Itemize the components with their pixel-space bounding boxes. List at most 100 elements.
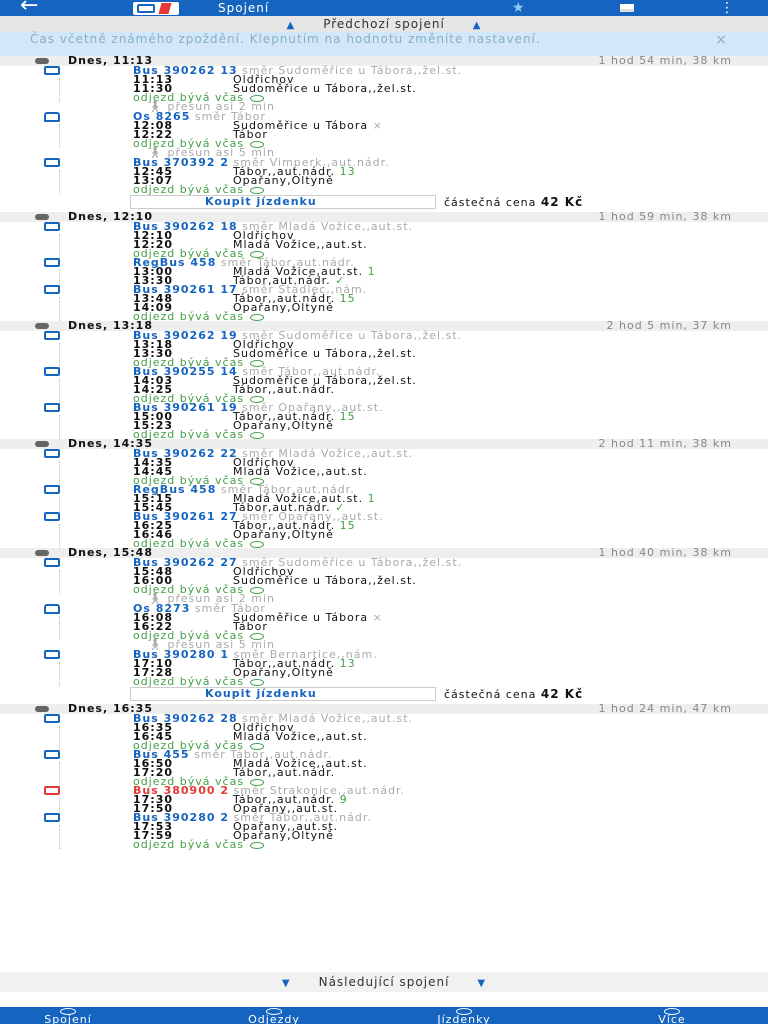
stop-row[interactable]: 12:10 Oldřichov bbox=[133, 230, 768, 241]
route-line bbox=[59, 124, 60, 148]
collapse-dot-icon bbox=[35, 58, 49, 64]
stop-row[interactable]: 15:00 Tábor,,aut.nádr. 15 bbox=[133, 411, 768, 422]
bus-icon bbox=[44, 258, 60, 267]
bus-icon bbox=[44, 449, 60, 458]
connection-card[interactable]: Dnes, 11:13 1 hod 54 min, 38 km Bus 390262… bbox=[0, 55, 768, 212]
stop-row[interactable]: 14:35 Oldřichov bbox=[133, 457, 768, 468]
connection-card[interactable]: Dnes, 16:35 1 hod 24 min, 47 km Bus 390262… bbox=[0, 702, 768, 850]
segment-header: Bus 390262 13 směr Sudoměřice u Tábora,,… bbox=[133, 65, 768, 76]
trip-segment[interactable]: Bus 390280 1 směr Bernartice,,nám. 17:10 T… bbox=[0, 649, 768, 687]
nav-ticket[interactable]: Jízdenky bbox=[404, 1007, 524, 1024]
trip-segment[interactable]: Bus 370392 2 směr Vimperk,,aut.nádr. 12:4… bbox=[0, 157, 768, 195]
route-line bbox=[59, 234, 60, 258]
stop-row[interactable]: 14:03 Sudoměřice u Tábora,,žel.st. bbox=[133, 375, 768, 386]
segment-header: Os 8273 směr Tábor bbox=[133, 603, 768, 614]
trip-segment[interactable]: Bus 390262 18 směr Mladá Vožice,,aut.st.… bbox=[0, 221, 768, 259]
star-icon[interactable]: ★ bbox=[512, 0, 525, 16]
route-line bbox=[59, 415, 60, 439]
bus-icon bbox=[44, 367, 60, 376]
eye-icon bbox=[250, 540, 265, 548]
stop-row[interactable]: 13:00 Mladá Vožice,aut.st. 1 bbox=[133, 265, 768, 278]
partial-price: částečná cena 42 Kč bbox=[444, 688, 583, 700]
trip-segment[interactable]: Bus 390262 28 směr Mladá Vožice,,aut.st.… bbox=[0, 713, 768, 751]
nav-menu[interactable]: Více bbox=[612, 1007, 732, 1024]
stop-row[interactable]: 16:08 Sudoměřice u Tábora × bbox=[133, 612, 768, 623]
segment-header: RegBus 458 směr Tábor,aut.nádr. bbox=[133, 484, 768, 495]
buy-ticket-button[interactable]: Koupit jízdenku bbox=[130, 687, 436, 701]
nav-clock[interactable]: Odjezdy bbox=[214, 1007, 334, 1024]
back-arrow-icon[interactable]: ← bbox=[20, 0, 80, 16]
buy-ticket-button[interactable]: Koupit jízdenku bbox=[130, 195, 436, 209]
segment-header: Bus 455 směr Tábor,,aut.nádr. bbox=[133, 749, 768, 760]
segment-header: Bus 390280 1 směr Bernartice,,nám. bbox=[133, 649, 768, 660]
stop-row[interactable]: 17:53 Opařany,,aut.st. bbox=[133, 821, 768, 832]
trip-segment[interactable]: Bus 390262 13 směr Sudoměřice u Tábora,,… bbox=[0, 65, 768, 103]
connection-card[interactable]: Dnes, 14:35 2 hod 11 min, 38 km Bus 390262… bbox=[0, 437, 768, 549]
trip-segment[interactable]: Bus 380900 2 směr Strakonice,,aut.nádr. 1… bbox=[0, 785, 768, 814]
connection-duration: 2 hod 11 min, 38 km bbox=[598, 437, 732, 450]
trip-segment[interactable]: RegBus 458 směr Tábor,aut.nádr. 15:15 Mlad… bbox=[0, 484, 768, 513]
trip-segment[interactable]: Bus 390262 22 směr Mladá Vožice,,aut.st.… bbox=[0, 448, 768, 486]
collapse-dot-icon bbox=[35, 550, 49, 556]
trip-segment[interactable]: Bus 390262 19 směr Sudoměřice u Tábora,,… bbox=[0, 330, 768, 368]
segment-header: Bus 390261 17 směr Stádlec,,nám. bbox=[133, 284, 768, 295]
partial-price: částečná cena 42 Kč bbox=[444, 196, 583, 209]
stop-row[interactable]: 17:10 Tábor,,aut.nádr. 13 bbox=[133, 657, 768, 670]
trip-segment[interactable]: Bus 390261 17 směr Stádlec,,nám. 13:48 Táb… bbox=[0, 284, 768, 322]
trip-segment[interactable]: Os 8273 směr Tábor 16:08 Sudoměřice u Tábo… bbox=[0, 603, 768, 642]
route-line bbox=[59, 78, 60, 102]
trip-segment[interactable]: Bus 390255 14 směr Tábor,,aut.nádr. 14:03… bbox=[0, 366, 768, 404]
platform-number: 13 bbox=[339, 657, 356, 670]
stop-row[interactable]: 12:45 Tábor,,aut.nádr. 13 bbox=[133, 166, 768, 177]
on-time-text: odjezd bývá včas bbox=[133, 629, 245, 642]
stop-row[interactable]: 16:35 Oldřichov bbox=[133, 722, 768, 733]
on-time-note: odjezd bývá včas bbox=[133, 138, 768, 149]
next-connections-button[interactable]: ▼ Následující spojení ▼ bbox=[0, 972, 768, 992]
trip-segment[interactable]: Bus 390262 27 směr Sudoměřice u Tábora,,… bbox=[0, 557, 768, 595]
eye-icon bbox=[250, 841, 265, 849]
stop-row[interactable]: 16:50 Mladá Vožice,,aut.st. bbox=[133, 758, 768, 769]
notice-text: Čas včetně známého zpoždění. Klepnutím n… bbox=[30, 32, 541, 46]
route-line bbox=[59, 297, 60, 321]
segment-header: Bus 390262 19 směr Sudoměřice u Tábora,,… bbox=[133, 330, 768, 341]
bus-icon bbox=[44, 512, 60, 521]
bus-icon bbox=[44, 558, 60, 567]
connection-card[interactable]: Dnes, 12:10 1 hod 59 min, 38 km Bus 390262… bbox=[0, 211, 768, 322]
trip-segment[interactable]: Os 8265 směr Tábor 12:08 Sudoměřice u Tábo… bbox=[0, 111, 768, 149]
segment-header: Bus 390262 28 směr Mladá Vožice,,aut.st. bbox=[133, 713, 768, 724]
close-icon[interactable]: × bbox=[715, 33, 728, 47]
previous-connections-button[interactable]: ▲ Předchozí spojení ▲ bbox=[0, 16, 768, 32]
bus-icon bbox=[44, 285, 60, 294]
collapse-dot-icon bbox=[35, 214, 49, 220]
nav-search[interactable]: Spojení bbox=[8, 1007, 128, 1024]
trip-segment[interactable]: Bus 390280 2 směr Tábor,,aut.nádr. 17:53 O… bbox=[0, 812, 768, 850]
connection-duration: 1 hod 24 min, 47 km bbox=[598, 702, 732, 715]
stop-row[interactable]: 13:48 Tábor,,aut.nádr. 15 bbox=[133, 293, 768, 304]
bus-icon bbox=[44, 403, 60, 412]
route-line bbox=[59, 662, 60, 686]
price-label: částečná cena bbox=[444, 196, 541, 209]
connection-card[interactable]: Dnes, 13:18 2 hod 5 min, 37 km Bus 390262 … bbox=[0, 320, 768, 440]
more-icon[interactable]: ⋮ bbox=[720, 0, 734, 16]
flag-icon[interactable] bbox=[620, 4, 634, 12]
route-line bbox=[59, 825, 60, 849]
trip-segment[interactable]: RegBus 458 směr Tábor,aut.nádr. 13:00 Mlad… bbox=[0, 257, 768, 286]
route-line bbox=[59, 616, 60, 640]
stop-row[interactable]: 12:08 Sudoměřice u Tábora × bbox=[133, 119, 768, 132]
stop-row[interactable]: 16:25 Tábor,,aut.nádr. 15 bbox=[133, 520, 768, 531]
trip-segment[interactable]: Bus 455 směr Tábor,,aut.nádr. 16:50 Mladá … bbox=[0, 749, 768, 787]
trip-segment[interactable]: Bus 390261 27 směr Opařany,,aut.st. 16:25… bbox=[0, 511, 768, 549]
next-connections-label: Následující spojení bbox=[318, 975, 450, 989]
arrow-down-icon: ▼ bbox=[477, 978, 487, 989]
delay-notice[interactable]: Čas včetně známého zpoždění. Klepnutím n… bbox=[0, 32, 768, 56]
platform-number: 1 bbox=[367, 492, 376, 505]
connection-card[interactable]: Dnes, 15:48 1 hod 40 min, 38 km Bus 390262… bbox=[0, 547, 768, 704]
route-line bbox=[59, 270, 60, 285]
stop-row[interactable]: 15:15 Mladá Vožice,aut.st. 1 bbox=[133, 492, 768, 505]
stop-row[interactable]: 17:30 Tábor,,aut.nádr. 9 bbox=[133, 794, 768, 805]
bus-icon bbox=[44, 750, 60, 759]
route-line bbox=[59, 762, 60, 786]
trip-segment[interactable]: Bus 390261 19 směr Opařany,,aut.st. 15:00… bbox=[0, 402, 768, 440]
platform-number: 1 bbox=[367, 265, 376, 278]
request-stop-icon: × bbox=[372, 119, 383, 132]
